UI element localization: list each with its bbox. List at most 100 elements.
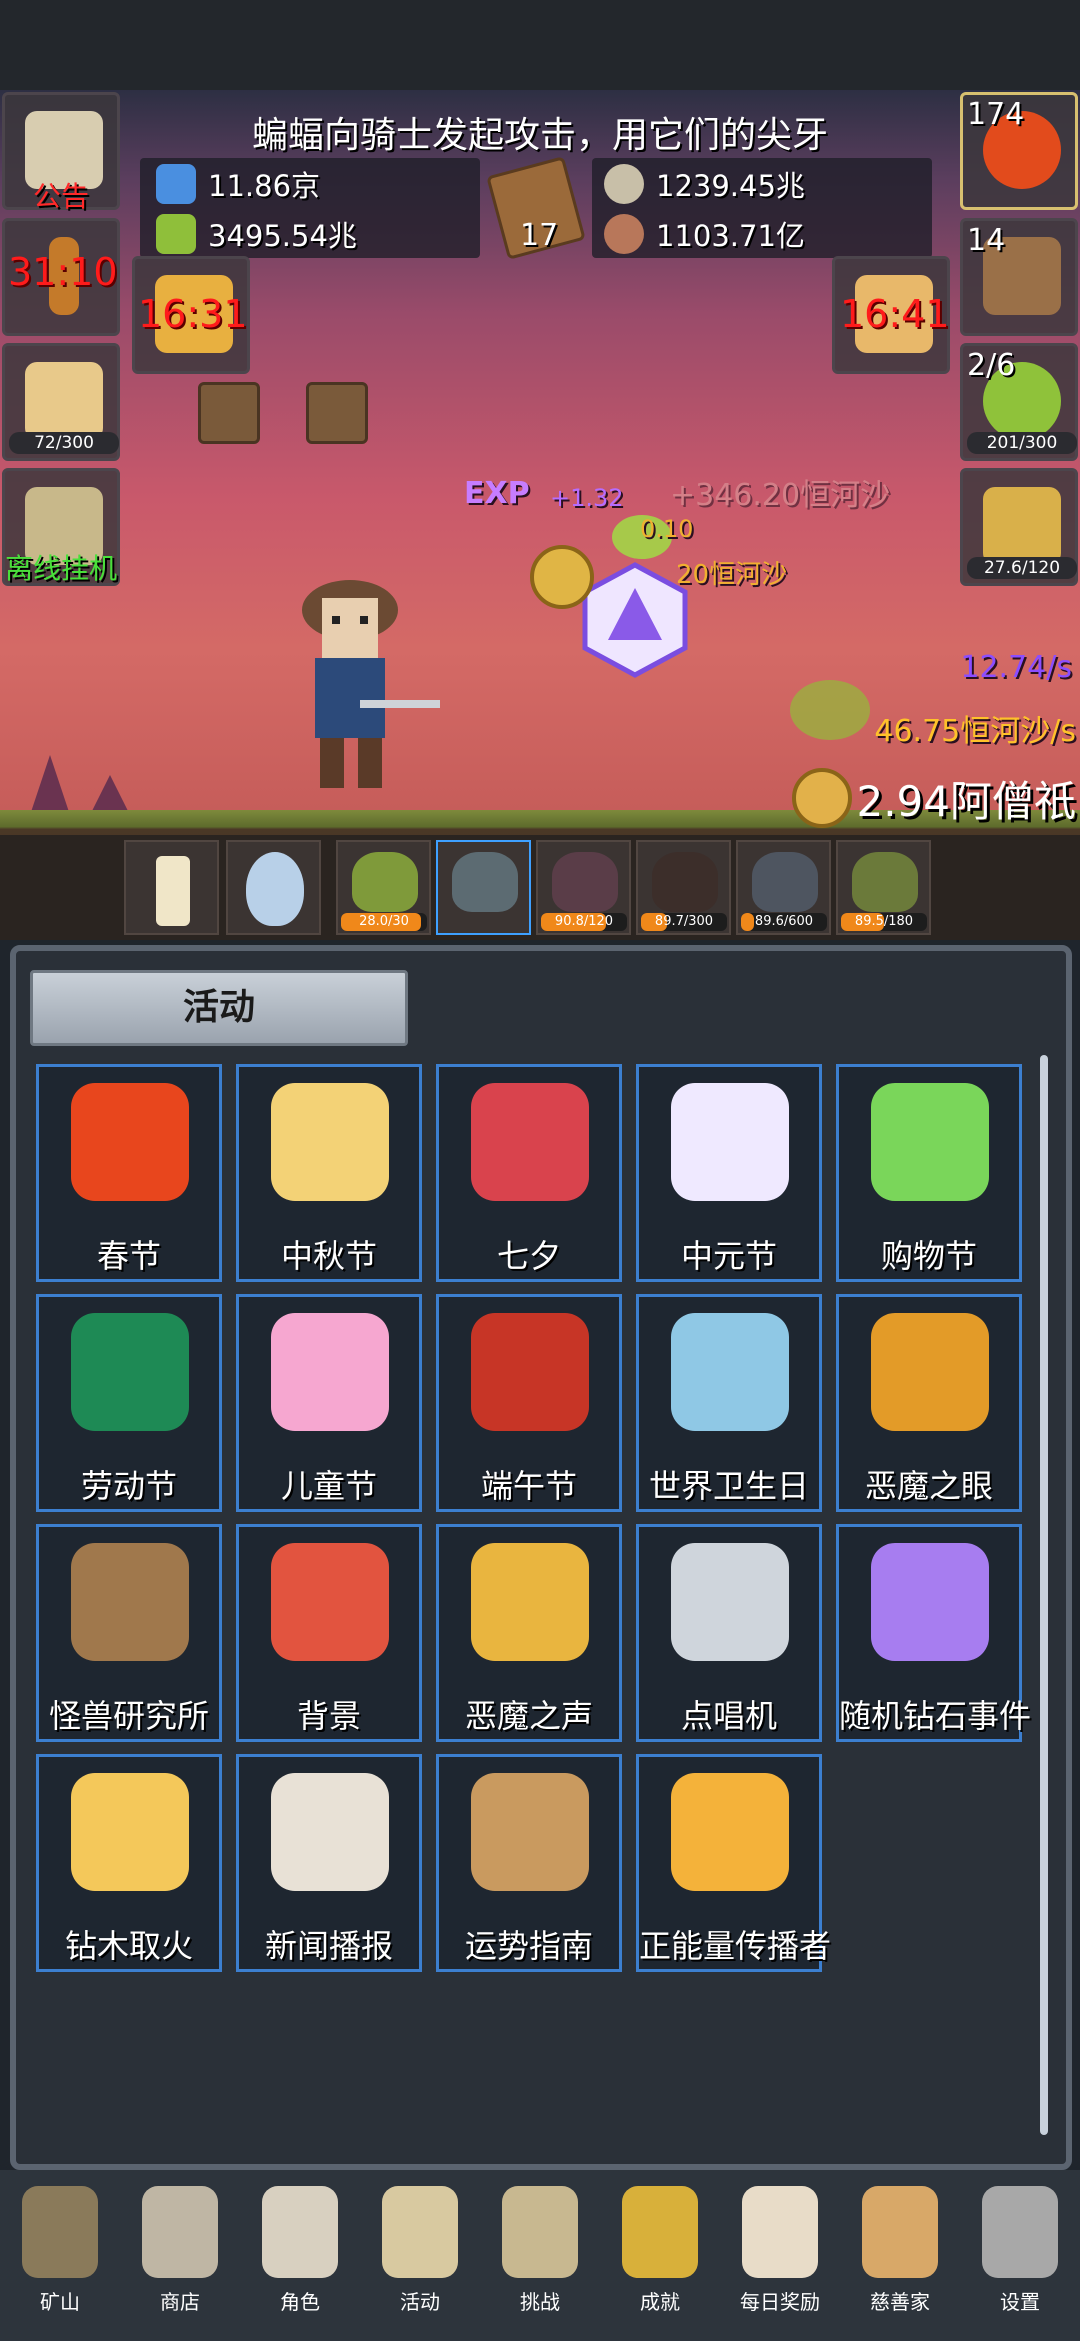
coin-icon (530, 545, 594, 609)
game-screen: 蝙蝠向骑士发起攻击，用它们的尖牙 11.86京 3495.54兆 17 1239… (0, 0, 1080, 2341)
monster-progress-label: 89.7/300 (654, 914, 714, 929)
hill-shape (30, 755, 70, 815)
rate-gold: 46.75恒河沙/s (874, 714, 1076, 749)
nav-label: 角色 (280, 2290, 320, 2314)
float-gold-1: +346.20恒河沙 (670, 478, 891, 513)
lantern-nav-icon (22, 2186, 98, 2278)
chest-icon[interactable] (198, 382, 260, 444)
map-nav-icon (502, 2186, 578, 2278)
monster-slot-zombie[interactable] (436, 840, 531, 935)
demon-eye-icon (871, 1313, 989, 1431)
activity-card-label: 怪兽研究所 (48, 1697, 209, 1735)
skull-nav-icon (262, 2186, 338, 2278)
slime-count: 2/6 (967, 348, 1016, 383)
panel-scrollbar[interactable] (1040, 1055, 1048, 2135)
egg-slot[interactable] (226, 840, 321, 935)
offline-button[interactable]: 离线挂机 (2, 468, 120, 586)
activity-card[interactable]: 世界卫生日 (636, 1294, 822, 1512)
activity-card[interactable]: 春节 (36, 1064, 222, 1282)
sunset-icon (271, 1543, 389, 1661)
activity-card[interactable]: 七夕 (436, 1064, 622, 1282)
exp-gain: +1.32 (550, 484, 624, 512)
slime-button[interactable]: 2/6 201/300 (960, 343, 1078, 461)
crown-icon (671, 1773, 789, 1891)
nav-item[interactable]: 挑战 (480, 2180, 600, 2330)
fire-stick-icon (71, 1773, 189, 1891)
activity-card[interactable]: 购物节 (836, 1064, 1022, 1282)
potion-button[interactable]: 174 (960, 92, 1078, 210)
activity-card[interactable]: 端午节 (436, 1294, 622, 1512)
ambulance-icon (671, 1313, 789, 1431)
key-nav-icon (622, 2186, 698, 2278)
activity-card[interactable]: 背景 (236, 1524, 422, 1742)
candle-slot[interactable] (124, 840, 219, 935)
nav-item[interactable]: 慈善家 (840, 2180, 960, 2330)
money-value: 2.94阿僧祇 (856, 777, 1076, 826)
nav-item[interactable]: 矿山 (0, 2180, 120, 2330)
activity-card[interactable]: 钻木取火 (36, 1754, 222, 1972)
sword-button[interactable]: 27.6/120 (960, 468, 1078, 586)
meat-value: 1103.71亿 (656, 219, 805, 253)
chest-button[interactable]: 14 (960, 218, 1078, 336)
nav-label: 成就 (640, 2290, 680, 2314)
monster-progress: 28.0/30 (341, 913, 427, 931)
activity-card[interactable]: 正能量传播者 (636, 1754, 832, 1972)
nav-item[interactable]: 活动 (360, 2180, 480, 2330)
heart-icon (471, 1083, 589, 1201)
activity-card[interactable]: 运势指南 (436, 1754, 622, 1972)
activity-card[interactable]: 中秋节 (236, 1064, 422, 1282)
nav-item[interactable]: 每日奖励 (720, 2180, 840, 2330)
chest-icon[interactable] (306, 382, 368, 444)
lantern-icon (71, 1083, 189, 1201)
rate-purple: 12.74/s (960, 650, 1072, 685)
monster-slot-orc[interactable]: 89.5/180 (836, 840, 931, 935)
nav-label: 每日奖励 (740, 2290, 820, 2314)
activity-card[interactable]: 中元节 (636, 1064, 822, 1282)
monster-slot-bat[interactable]: 90.8/120 (536, 840, 631, 935)
coin-icon (792, 768, 852, 828)
nav-label: 商店 (160, 2290, 200, 2314)
monster-progress-label: 28.0/30 (359, 914, 409, 929)
beer-button[interactable]: 72/300 (2, 343, 120, 461)
letter-nav-icon (742, 2186, 818, 2278)
activity-card[interactable]: 点唱机 (636, 1524, 822, 1742)
monster-slot-slime[interactable]: 28.0/30 (336, 840, 431, 935)
slime-bar: 201/300 (967, 432, 1077, 454)
activity-card[interactable]: 恶魔之声 (436, 1524, 622, 1742)
candle-icon (156, 856, 190, 926)
bell-icon (471, 1543, 589, 1661)
stone-value: 1239.45兆 (656, 169, 805, 203)
nav-item[interactable]: 商店 (120, 2180, 240, 2330)
diamond-icon[interactable] (580, 560, 690, 680)
nav-item[interactable]: 设置 (960, 2180, 1080, 2330)
activity-card[interactable]: 怪兽研究所 (36, 1524, 222, 1742)
sword-icon (983, 487, 1061, 565)
stone-nav-icon (142, 2186, 218, 2278)
activity-card-label: 恶魔之声 (464, 1697, 593, 1735)
spider-icon (652, 852, 718, 912)
ghost-icon (752, 852, 818, 912)
potion-count: 174 (967, 97, 1025, 132)
stone-icon (604, 164, 644, 204)
resource-stone: 1239.45兆 (604, 162, 805, 206)
nav-item[interactable]: 角色 (240, 2180, 360, 2330)
float-small: 0.10 (640, 515, 694, 543)
activity-card[interactable]: 劳动节 (36, 1294, 222, 1512)
activity-card[interactable]: 新闻播报 (236, 1754, 422, 1972)
activity-card[interactable]: 随机钻石事件 (836, 1524, 1031, 1742)
notice-button[interactable]: 公告 (2, 92, 120, 213)
activity-card-label: 正能量传播者 (639, 1927, 832, 1965)
sword-bar: 27.6/120 (967, 557, 1077, 579)
status-bar (0, 0, 1080, 90)
activity-card-label: 中元节 (680, 1237, 777, 1275)
monster-slot-ghost[interactable]: 89.6/600 (736, 840, 831, 935)
monster-slot-spider[interactable]: 89.7/300 (636, 840, 731, 935)
activity-card[interactable]: 儿童节 (236, 1294, 422, 1512)
knight-icon (302, 580, 440, 788)
dragon-mask-icon (471, 1313, 589, 1431)
nav-item[interactable]: 成就 (600, 2180, 720, 2330)
activity-card[interactable]: 恶魔之眼 (836, 1294, 1022, 1512)
cassette-icon (671, 1543, 789, 1661)
resource-meat: 1103.71亿 (604, 212, 805, 256)
monster-progress: 90.8/120 (541, 913, 627, 931)
